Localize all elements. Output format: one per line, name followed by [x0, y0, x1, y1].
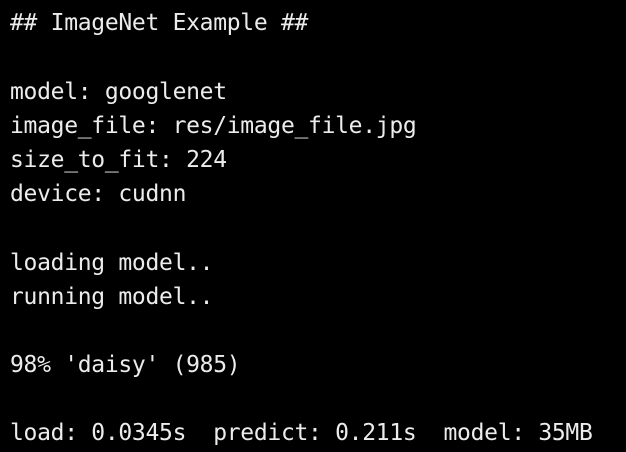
prediction-result: 98% 'daisy' (985) — [10, 352, 241, 378]
device-setting: device: cudnn — [10, 181, 187, 207]
terminal-window[interactable]: ## ImageNet Example ## model: googlenet … — [0, 0, 626, 452]
model-setting: model: googlenet — [10, 79, 227, 105]
loading-status: loading model.. — [10, 250, 214, 276]
timing-summary: load: 0.0345s predict: 0.211s model: 35M… — [10, 420, 593, 446]
size-to-fit-setting: size_to_fit: 224 — [10, 147, 227, 173]
running-status: running model.. — [10, 284, 214, 310]
example-header: ## ImageNet Example ## — [10, 10, 309, 36]
image-file-setting: image_file: res/image_file.jpg — [10, 113, 417, 139]
